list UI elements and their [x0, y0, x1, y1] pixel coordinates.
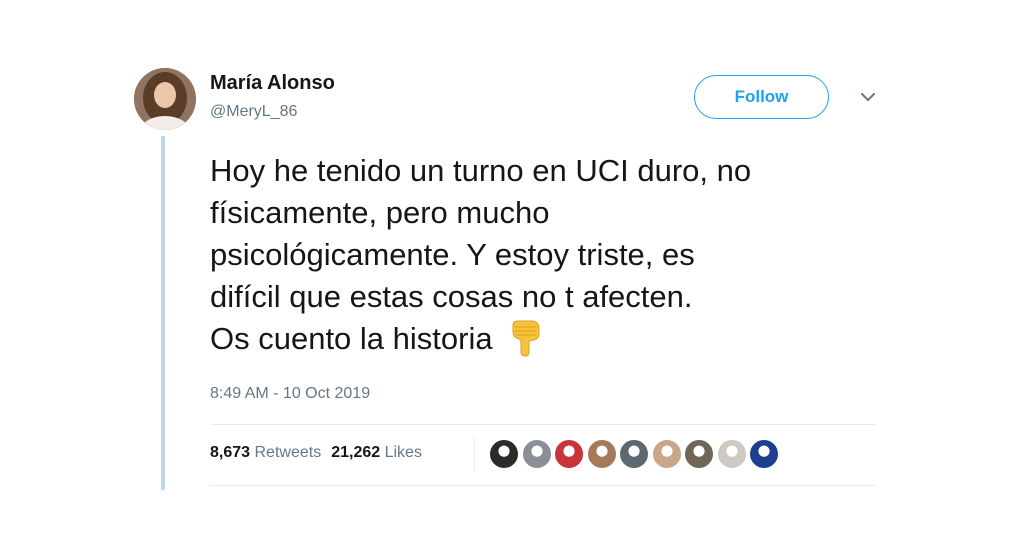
- likes-count: 21,262: [331, 444, 381, 461]
- likes-stat[interactable]: 21,262 Likes: [331, 444, 422, 461]
- tweet-line: difícil que estas cosas no t afecten.: [210, 279, 693, 314]
- tweet-line: Hoy he tenido un turno en UCI duro, no: [210, 153, 752, 188]
- retweets-stat[interactable]: 8,673 Retweets: [210, 444, 321, 461]
- profile-photo: [134, 68, 196, 130]
- liker-avatar-5[interactable]: [619, 439, 649, 469]
- retweets-count: 8,673: [210, 444, 251, 461]
- follow-button[interactable]: Follow: [694, 75, 829, 119]
- liker-avatar-6[interactable]: [651, 439, 682, 469]
- likes-label: Likes: [384, 444, 422, 461]
- tweet-line: Os cuento la historia: [210, 321, 493, 356]
- liker-avatar-1[interactable]: [489, 439, 519, 469]
- divider: [210, 424, 876, 425]
- liker-avatar-2[interactable]: [521, 439, 552, 469]
- pointing-down-emoji-icon: [512, 320, 540, 357]
- thread-line: [161, 136, 165, 490]
- chevron-down-icon[interactable]: [858, 90, 878, 104]
- likers-avatars: [489, 439, 782, 469]
- tweet-line: psicológicamente. Y estoy triste, es: [210, 237, 695, 272]
- tweet-text: Hoy he tenido un turno en UCI duro, no f…: [210, 150, 870, 360]
- liker-avatar-3[interactable]: [554, 439, 584, 469]
- liker-avatar-9[interactable]: [749, 439, 779, 469]
- tweet-timestamp[interactable]: 8:49 AM - 10 Oct 2019: [210, 385, 370, 403]
- liker-avatar-4[interactable]: [586, 439, 617, 469]
- tweet-line: físicamente, pero mucho: [210, 195, 550, 230]
- liker-avatar-8[interactable]: [716, 439, 747, 469]
- liker-avatar-7[interactable]: [684, 439, 714, 469]
- user-handle[interactable]: @MeryL_86: [210, 103, 297, 121]
- retweets-label: Retweets: [254, 444, 322, 461]
- tweet-stats: 8,673 Retweets 21,262 Likes: [210, 444, 422, 462]
- stats-separator: [474, 437, 475, 471]
- tweet-line-last: Os cuento la historia: [210, 318, 870, 360]
- avatar[interactable]: [134, 68, 196, 130]
- display-name[interactable]: María Alonso: [210, 72, 335, 95]
- divider: [210, 485, 876, 486]
